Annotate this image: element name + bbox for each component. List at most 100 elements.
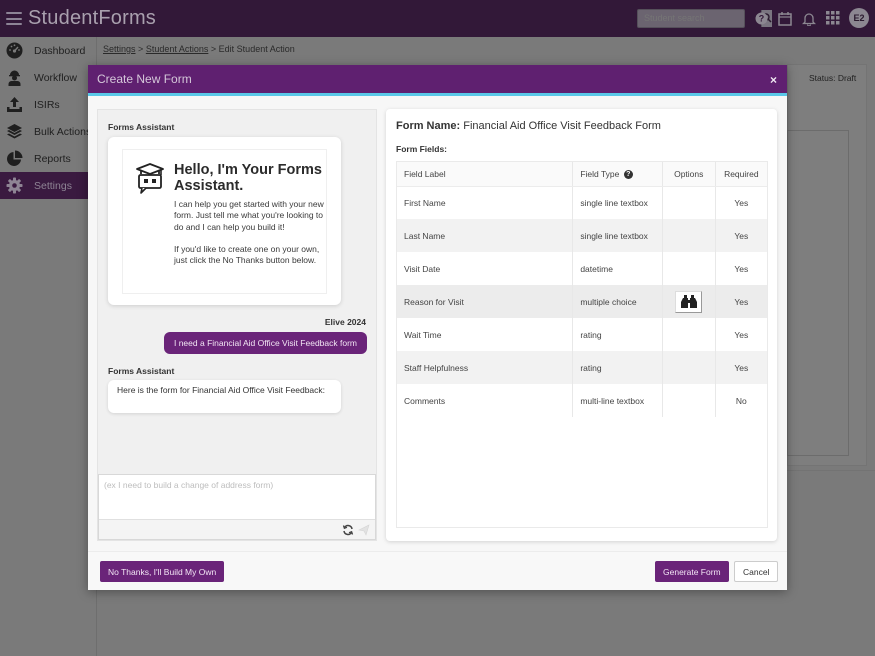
- sidebar-item-workflow[interactable]: Workflow: [0, 64, 96, 91]
- table-header-row: Field Label Field Type ? Options Require…: [397, 162, 767, 187]
- chat-input[interactable]: [99, 475, 375, 520]
- options-cell: [662, 252, 716, 285]
- breadcrumb-settings-link[interactable]: Settings: [103, 44, 136, 54]
- assistant-label: Forms Assistant: [108, 122, 175, 132]
- apps-button[interactable]: [825, 10, 841, 26]
- required-cell: Yes: [734, 197, 749, 208]
- field-type-cell: multi-line textbox: [572, 384, 663, 417]
- user-avatar[interactable]: E2: [849, 8, 869, 28]
- table-row: Last Name single line textbox Yes: [397, 219, 767, 252]
- assistant-label: Forms Assistant: [108, 366, 175, 376]
- sidebar-item-label: Reports: [34, 152, 71, 165]
- chat-panel: Forms Assistant Hello, I'm Your Forms As…: [97, 109, 377, 541]
- field-type-cell: datetime: [572, 252, 663, 285]
- sidebar-item-bulk-actions[interactable]: Bulk Actions: [0, 118, 96, 145]
- breadcrumb-separator: >: [210, 44, 217, 54]
- status-label: Status: Draft: [809, 73, 857, 83]
- column-header-required: Required: [715, 162, 767, 187]
- field-label-cell: Comments: [397, 384, 574, 417]
- notifications-button[interactable]: [801, 10, 817, 26]
- field-type-cell: single line textbox: [572, 186, 663, 219]
- modal-title: Create New Form: [97, 72, 192, 86]
- table-row: Wait Time rating Yes: [397, 318, 767, 351]
- no-thanks-button[interactable]: No Thanks, I'll Build My Own: [100, 561, 225, 582]
- student-search-input[interactable]: [638, 9, 761, 27]
- field-type-cell: single line textbox: [572, 219, 663, 252]
- user-message: I need a Financial Aid Office Visit Feed…: [163, 332, 367, 354]
- breadcrumb-student-actions-link[interactable]: Student Actions: [146, 44, 209, 54]
- calendar-button[interactable]: [777, 10, 793, 26]
- form-name-label: Form Name:: [396, 120, 461, 132]
- gear-icon: [6, 177, 23, 194]
- required-cell: Yes: [734, 263, 749, 274]
- background-content-box: [787, 130, 849, 456]
- required-cell: Yes: [734, 329, 749, 340]
- field-label-cell: First Name: [397, 186, 574, 219]
- column-header-label: Field Type: [580, 168, 620, 179]
- field-label-cell: Last Name: [397, 219, 574, 252]
- table-row: Visit Date datetime Yes: [397, 252, 767, 285]
- refresh-icon[interactable]: [342, 524, 354, 536]
- field-label-cell: Staff Helpfulness: [397, 351, 574, 384]
- breadcrumb: Settings > Student Actions > Edit Studen…: [103, 44, 295, 54]
- student-search: [637, 8, 772, 28]
- form-name: Form Name: Financial Aid Office Visit Fe…: [396, 120, 661, 132]
- required-cell: No: [735, 395, 747, 406]
- field-type-help-icon[interactable]: ?: [623, 169, 633, 179]
- options-cell: [662, 219, 716, 252]
- field-label-cell: Reason for Visit: [397, 285, 574, 318]
- svg-text:?: ?: [758, 13, 764, 23]
- form-fields-label: Form Fields:: [396, 144, 448, 154]
- table-row: Reason for Visit multiple choice Yes: [397, 285, 767, 318]
- column-header-field-type: Field Type ?: [572, 162, 663, 187]
- dashboard-gauge-icon: [6, 42, 23, 59]
- sidebar-item-isirs[interactable]: ISIRs: [0, 91, 96, 118]
- view-options-button[interactable]: [675, 290, 703, 313]
- sidebar-item-reports[interactable]: Reports: [0, 145, 96, 172]
- options-cell: [662, 384, 716, 417]
- options-cell: [662, 351, 716, 384]
- sidebar-item-dashboard[interactable]: Dashboard: [0, 37, 96, 64]
- top-bar: StudentForms ? E2: [0, 0, 875, 37]
- cancel-button[interactable]: Cancel: [734, 561, 779, 582]
- sidebar-item-settings[interactable]: Settings: [0, 172, 96, 199]
- binoculars-icon: [680, 295, 697, 308]
- form-name-value: Financial Aid Office Visit Feedback Form: [463, 120, 661, 132]
- required-cell: Yes: [715, 351, 767, 384]
- graduation-bot-icon: [136, 163, 164, 194]
- field-label-cell: Wait Time: [397, 318, 574, 351]
- create-form-modal: Create New Form × Forms Assistant Hello,…: [88, 65, 787, 590]
- generate-form-button[interactable]: Generate Form: [655, 561, 729, 582]
- send-icon[interactable]: [358, 524, 370, 536]
- help-button[interactable]: ?: [753, 10, 769, 26]
- welcome-paragraph: I can help you get started with your new…: [174, 199, 324, 232]
- required-cell: Yes: [715, 285, 767, 318]
- upload-icon: [6, 96, 23, 113]
- hamburger-menu-icon[interactable]: [6, 12, 22, 25]
- field-type-cell: multiple choice: [572, 285, 663, 318]
- user-name-label: Elive 2024: [324, 317, 366, 327]
- welcome-message: Hello, I'm Your Forms Assistant. I can h…: [108, 137, 341, 305]
- close-button[interactable]: ×: [770, 73, 777, 87]
- table-row: Comments multi-line textbox No: [397, 384, 767, 417]
- assistant-message: Here is the form for Financial Aid Offic…: [108, 380, 341, 413]
- modal-header: Create New Form ×: [88, 65, 787, 96]
- welcome-text: I can help you get started with your new…: [174, 199, 324, 266]
- welcome-message-body: Hello, I'm Your Forms Assistant. I can h…: [122, 149, 327, 294]
- app-title: StudentForms: [28, 7, 157, 29]
- column-header-options: Options: [662, 162, 716, 187]
- form-preview-panel: Form Name: Financial Aid Office Visit Fe…: [386, 109, 777, 541]
- field-type-cell: rating: [572, 351, 663, 384]
- sidebar-item-label: Dashboard: [34, 44, 86, 57]
- options-cell: [662, 318, 716, 351]
- options-cell: [662, 285, 716, 318]
- sidebar-item-label: ISIRs: [34, 98, 60, 111]
- worker-icon: [6, 69, 23, 86]
- field-type-cell: rating: [572, 318, 663, 351]
- table-row: Staff Helpfulness rating Yes: [397, 351, 767, 384]
- sidebar: Dashboard Workflow ISIRs Bulk Actions Re…: [0, 37, 97, 656]
- pie-chart-icon: [6, 150, 23, 167]
- chat-input-area: [98, 474, 376, 540]
- column-header-field-label: Field Label: [397, 162, 574, 187]
- welcome-paragraph: If you'd like to create one on your own,…: [174, 243, 320, 266]
